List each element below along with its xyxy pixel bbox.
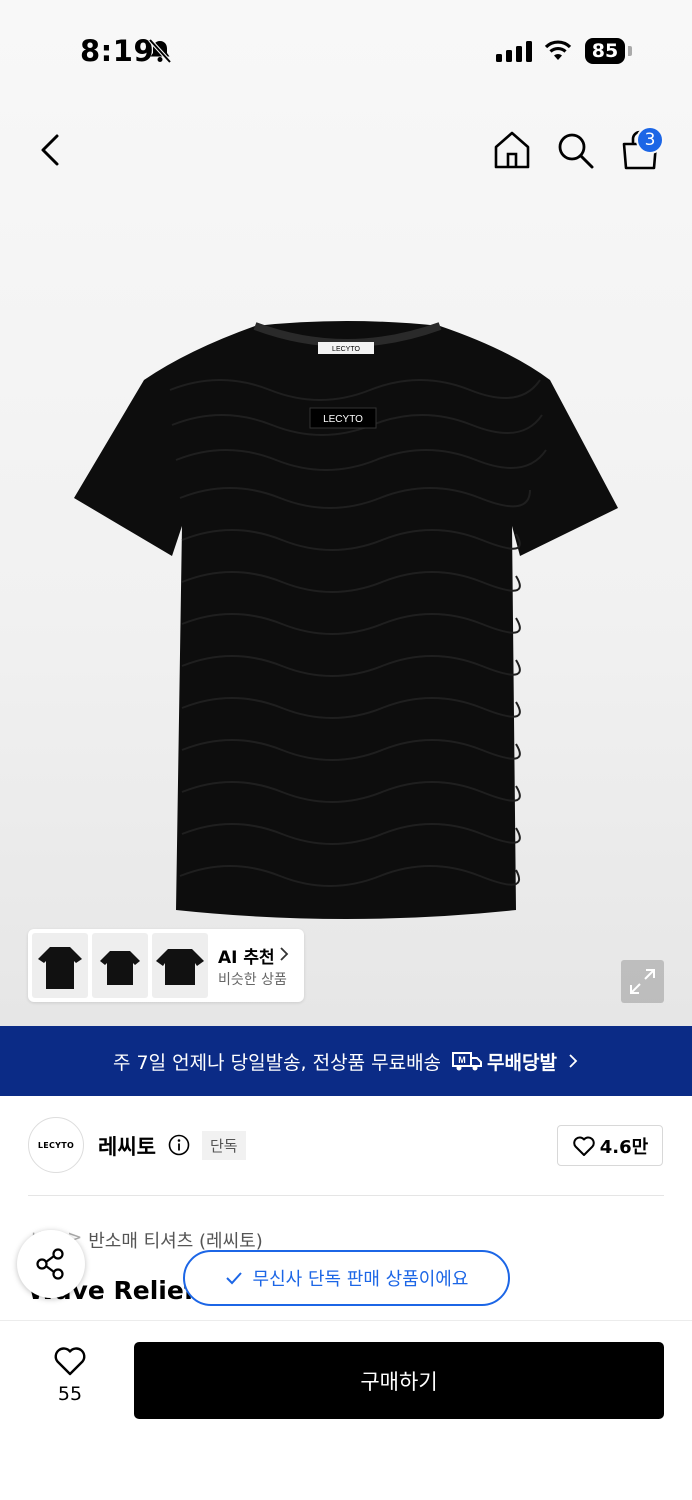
- svg-text:M: M: [458, 1055, 466, 1065]
- banner-logo: M 무배당발: [451, 1048, 557, 1075]
- expand-icon: [630, 969, 655, 994]
- chevron-right-icon: [569, 1054, 578, 1068]
- brand-like-button[interactable]: 4.6만: [557, 1125, 663, 1166]
- signal-icon: [496, 40, 532, 62]
- battery-level: 85: [591, 40, 619, 62]
- share-button[interactable]: [17, 1230, 85, 1298]
- toast-text: 무신사 단독 판매 상품이에요: [252, 1269, 469, 1290]
- ai-recommend-thumb[interactable]: [152, 933, 208, 998]
- ai-recommend-subtitle: 비슷한 상품: [218, 972, 287, 988]
- brand-like-count: 4.6만: [599, 1136, 649, 1158]
- ai-recommend-thumb[interactable]: [92, 933, 148, 998]
- chevron-right-icon: [280, 947, 289, 961]
- search-icon[interactable]: [554, 128, 596, 172]
- ai-recommend-card[interactable]: AI 추천 비슷한 상품: [28, 929, 304, 1002]
- exclusive-tag: 단독: [202, 1131, 246, 1160]
- battery-icon: 85: [585, 38, 625, 64]
- status-time: 8:19: [80, 34, 155, 68]
- wishlist-button[interactable]: 55: [42, 1345, 98, 1415]
- back-arrow-icon[interactable]: [30, 128, 70, 172]
- truck-icon: M: [452, 1052, 483, 1071]
- info-icon[interactable]: [168, 1134, 190, 1156]
- bell-slash-icon: [148, 38, 172, 64]
- heart-icon: [54, 1347, 86, 1376]
- check-icon: [225, 1272, 242, 1285]
- home-icon[interactable]: [492, 128, 532, 172]
- buy-button[interactable]: 구매하기: [134, 1342, 664, 1419]
- chest-logo-text: LECYTO: [323, 414, 363, 425]
- wishlist-count: 55: [57, 1383, 83, 1405]
- brand-logo[interactable]: LECYTO: [28, 1117, 84, 1173]
- banner-text: 주 7일 언제나 당일발송, 전상품 무료배송: [113, 1051, 442, 1074]
- ai-recommend-title: AI 추천: [218, 948, 275, 968]
- battery-cap: [628, 46, 632, 56]
- divider: [28, 1195, 664, 1196]
- status-bar: 8:19 85: [0, 0, 692, 100]
- heart-icon: [573, 1136, 595, 1156]
- product-image[interactable]: LECYTO LECYTO: [60, 300, 632, 940]
- ai-recommend-thumb[interactable]: [32, 933, 88, 998]
- delivery-banner[interactable]: 주 7일 언제나 당일발송, 전상품 무료배송 M 무배당발: [0, 1026, 692, 1096]
- cart-count-badge: 3: [636, 126, 664, 154]
- share-icon: [36, 1248, 64, 1280]
- brand-name[interactable]: 레씨토: [98, 1131, 156, 1161]
- wifi-icon: [544, 40, 572, 60]
- banner-logo-label: 무배당발: [487, 1051, 557, 1074]
- exclusive-toast: 무신사 단독 판매 상품이에요: [183, 1250, 510, 1306]
- neck-label-text: LECYTO: [332, 346, 360, 353]
- expand-image-button[interactable]: [621, 960, 664, 1003]
